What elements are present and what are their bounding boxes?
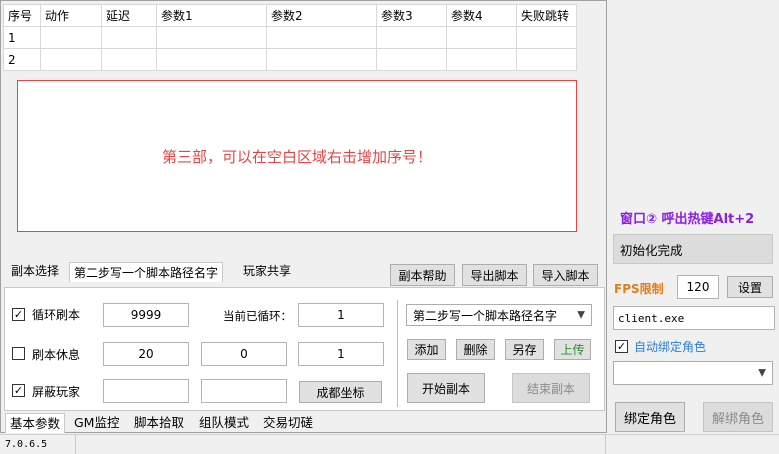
tab-player-share[interactable]: 玩家共享: [239, 261, 295, 281]
auto-bind-role-checkbox[interactable]: ✓: [615, 340, 628, 353]
script-steps-table[interactable]: 序号 动作 延迟 参数1 参数2 参数3 参数4 失败跳转 1 2: [3, 4, 577, 71]
table-cell[interactable]: [516, 48, 577, 71]
start-dungeon-button[interactable]: 开始副本: [407, 373, 485, 403]
table-cell[interactable]: [446, 26, 517, 49]
table-cell[interactable]: [376, 26, 447, 49]
chevron-down-icon: ▼: [758, 367, 766, 379]
rest-value-input-2[interactable]: 0: [201, 342, 287, 366]
bind-role-button[interactable]: 绑定角色: [615, 402, 685, 432]
version-label: 7.0.6.5: [0, 435, 76, 454]
auto-bind-role-label: 自动绑定角色: [634, 340, 707, 354]
role-select[interactable]: ▼: [613, 361, 773, 385]
status-bar: 7.0.6.5: [0, 434, 779, 454]
chevron-down-icon: ▼: [577, 309, 585, 321]
unbind-role-button[interactable]: 解绑角色: [703, 402, 773, 432]
table-cell[interactable]: [40, 48, 102, 71]
process-name-input[interactable]: client.exe: [613, 306, 775, 330]
table-cell[interactable]: 1: [3, 26, 41, 49]
column-header[interactable]: 动作: [40, 4, 102, 27]
script-path-select-value: 第二步写一个脚本路径名字: [413, 308, 558, 323]
export-script-button[interactable]: 导出脚本: [462, 264, 527, 286]
settings-button[interactable]: 设置: [727, 276, 773, 298]
tab-dungeon-select[interactable]: 副本选择: [7, 261, 63, 281]
fps-limit-input[interactable]: 120: [677, 275, 719, 299]
loop-dungeon-checkbox[interactable]: ✓: [12, 308, 25, 321]
loop-dungeon-label: 循环刷本: [32, 308, 81, 322]
block-players-label: 屏蔽玩家: [32, 385, 81, 399]
dungeon-rest-label: 刷本休息: [32, 348, 81, 362]
column-header[interactable]: 参数3: [376, 4, 447, 27]
table-cell[interactable]: [516, 26, 577, 49]
init-status-text: 初始化完成: [620, 242, 683, 258]
table-cell[interactable]: [156, 48, 267, 71]
delete-script-button[interactable]: 删除: [456, 339, 495, 360]
column-header[interactable]: 失败跳转: [516, 4, 577, 27]
upload-script-button[interactable]: 上传: [554, 339, 591, 360]
check-icon: ✓: [13, 308, 24, 321]
dungeon-rest-checkbox[interactable]: [12, 347, 25, 360]
loop-count-input[interactable]: 9999: [103, 303, 189, 327]
table-cell[interactable]: [376, 48, 447, 71]
check-icon: ✓: [13, 384, 24, 397]
tab-trade-duel[interactable]: 交易切磋: [259, 413, 317, 433]
table-cell[interactable]: [266, 26, 377, 49]
column-header[interactable]: 延迟: [101, 4, 157, 27]
rest-value-input-1[interactable]: 20: [103, 342, 189, 366]
table-cell[interactable]: [101, 26, 157, 49]
table-cell[interactable]: [446, 48, 517, 71]
end-dungeon-button[interactable]: 结束副本: [512, 373, 590, 403]
capital-coords-button[interactable]: 成都坐标: [299, 381, 382, 403]
rest-value-input-3[interactable]: 1: [298, 342, 384, 366]
column-header[interactable]: 参数4: [446, 4, 517, 27]
current-loop-input[interactable]: 1: [298, 303, 384, 327]
window-hotkey-title: 窗口② 呼出热键Alt+2: [620, 212, 755, 227]
table-row[interactable]: 2: [3, 48, 577, 71]
init-status-field: 初始化完成: [613, 234, 773, 264]
tab-script-pickup[interactable]: 脚本拾取: [130, 413, 188, 433]
tab-basic-params[interactable]: 基本参数: [5, 413, 66, 433]
hint-text: 第三部，可以在空白区域右击增加序号！: [161, 147, 432, 166]
panel-divider: [397, 300, 398, 407]
import-script-button[interactable]: 导入脚本: [533, 264, 598, 286]
column-header[interactable]: 参数2: [266, 4, 377, 27]
current-loop-label: 当前已循环：: [223, 309, 292, 323]
table-cell[interactable]: [101, 48, 157, 71]
table-cell[interactable]: [156, 26, 267, 49]
table-cell[interactable]: 2: [3, 48, 41, 71]
column-header[interactable]: 参数1: [156, 4, 267, 27]
script-path-select[interactable]: 第二步写一个脚本路径名字 ▼: [406, 304, 592, 326]
tab-script-path[interactable]: 第二步写一个脚本路径名字: [69, 262, 224, 282]
main-panel: 序号 动作 延迟 参数1 参数2 参数3 参数4 失败跳转 1 2 第三部，可以…: [0, 0, 607, 433]
block-players-checkbox[interactable]: ✓: [12, 384, 25, 397]
table-empty-area-hint[interactable]: 第三部，可以在空白区域右击增加序号！: [17, 80, 577, 232]
table-cell[interactable]: [40, 26, 102, 49]
table-header-row: 序号 动作 延迟 参数1 参数2 参数3 参数4 失败跳转: [3, 4, 577, 27]
tab-team-mode[interactable]: 组队模式: [195, 413, 253, 433]
status-cell: [76, 435, 606, 454]
save-as-script-button[interactable]: 另存: [505, 339, 544, 360]
fps-limit-label: FPS限制: [614, 282, 664, 296]
block-value-input-1[interactable]: [103, 379, 189, 403]
table-row[interactable]: 1: [3, 26, 577, 49]
block-value-input-2[interactable]: [201, 379, 287, 403]
column-header[interactable]: 序号: [3, 4, 41, 27]
table-cell[interactable]: [266, 48, 377, 71]
dungeon-help-button[interactable]: 副本帮助: [390, 264, 455, 286]
tab-gm-monitor[interactable]: GM监控: [70, 413, 123, 433]
add-script-button[interactable]: 添加: [407, 339, 446, 360]
check-icon: ✓: [616, 340, 627, 353]
